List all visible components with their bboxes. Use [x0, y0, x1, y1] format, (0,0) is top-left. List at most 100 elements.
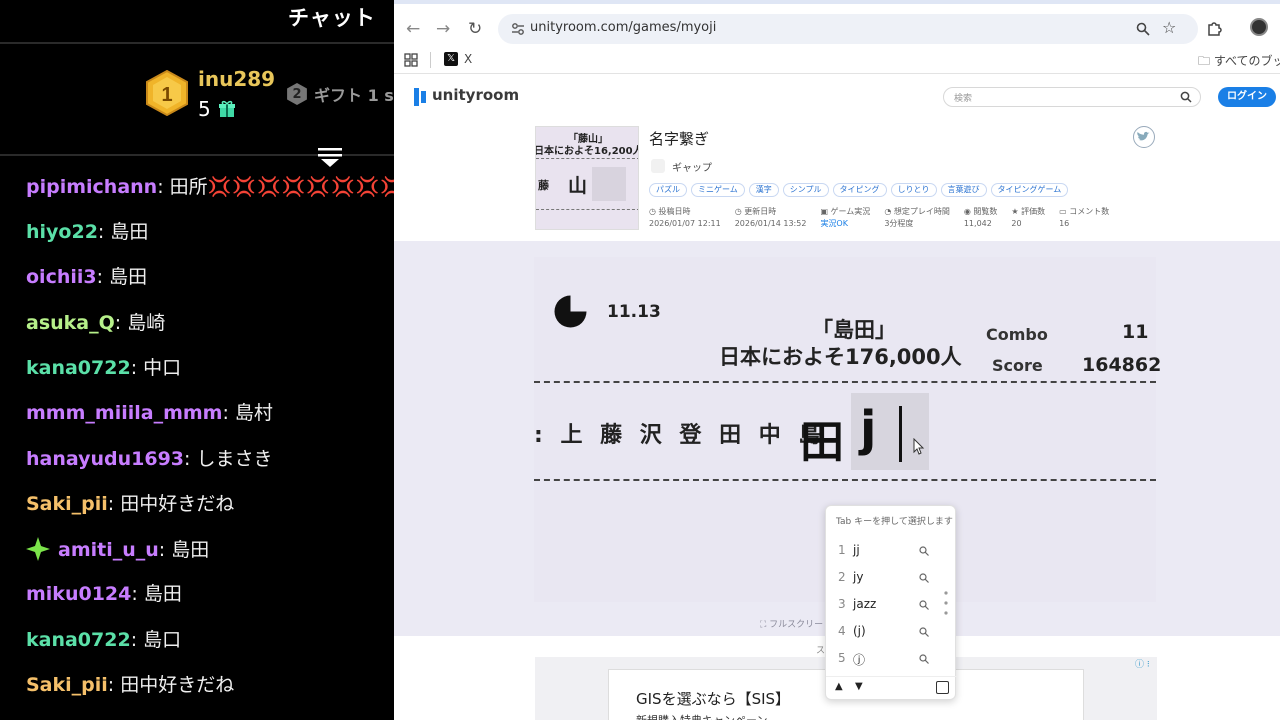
author-name[interactable]: ギャップ: [672, 159, 712, 174]
chat-message: pipimichann: 田所💢💢💢💢💢💢💢💢: [26, 172, 394, 202]
tag[interactable]: 言葉遊び: [940, 183, 987, 197]
chat-message: hanayudu1693: しまさき: [26, 444, 273, 474]
thumb-input-box: [592, 167, 626, 201]
zoom-icon[interactable]: [1136, 22, 1150, 36]
ime-candidate[interactable]: 4 (j): [826, 618, 957, 645]
x-logo-icon[interactable]: 𝕏: [444, 52, 458, 66]
stat-value: 3分程度: [884, 219, 914, 228]
site-logo[interactable]: unityroom: [432, 86, 519, 104]
search-icon[interactable]: [919, 600, 929, 610]
stat-value[interactable]: 実況OK: [820, 218, 870, 230]
stat-updated: ◷ 更新日時 2026/01/14 13:52: [735, 206, 807, 230]
chat-username[interactable]: kana0722: [26, 357, 131, 379]
timer-value: 11.13: [607, 302, 661, 322]
gift-icon: [219, 100, 235, 117]
chat-message: hiyo22: 島田: [26, 217, 148, 247]
stat-value: 11,042: [963, 219, 992, 228]
comment-icon: ▭: [1059, 207, 1070, 216]
chat-colon: :: [158, 539, 172, 561]
top-gifter-name[interactable]: inu289: [198, 67, 275, 91]
game-thumbnail[interactable]: 「藤山」 日本におよそ16,200人 藤 山: [535, 126, 639, 230]
collapse-ranking-icon[interactable]: [317, 146, 343, 168]
apps-grid-icon[interactable]: [404, 53, 418, 67]
chat-username[interactable]: mmm_miiila_mmm: [26, 402, 222, 424]
chat-username[interactable]: kana0722: [26, 629, 131, 651]
reload-icon[interactable]: ↻: [468, 19, 482, 39]
star-icon: ★: [1011, 207, 1022, 216]
site-settings-icon[interactable]: [510, 21, 526, 37]
profile-avatar[interactable]: [1250, 18, 1268, 36]
more-dots-icon[interactable]: [944, 590, 948, 616]
stat-comments: ▭ コメント数 16: [1059, 206, 1109, 230]
unityroom-logo-icon[interactable]: [414, 88, 428, 106]
chat-message: Saki_pii: 田中好きだね: [26, 489, 234, 519]
chat-message: miku0124: 島田: [26, 579, 182, 609]
screen: チャット 1 inu289 5 2 ギフト 1 s pipimichann: 田: [0, 0, 1280, 720]
tag[interactable]: タイピングゲーム: [990, 183, 1069, 197]
ime-candidate[interactable]: 2 jy: [826, 564, 957, 591]
url-text[interactable]: unityroom.com/games/myoji: [530, 20, 716, 35]
chat-colon: :: [157, 176, 170, 198]
page-up-icon[interactable]: ▲: [835, 681, 843, 692]
chat-text: 島田: [109, 266, 148, 288]
forward-arrow-icon[interactable]: →: [436, 19, 450, 39]
all-bookmarks[interactable]: 🗀 すべてのブックマ: [1198, 52, 1280, 73]
author-avatar[interactable]: [651, 159, 665, 173]
chat-text: 島田: [143, 583, 182, 605]
chat-username[interactable]: asuka_Q: [26, 312, 115, 334]
chat-username[interactable]: amiti_u_u: [58, 539, 159, 561]
ad-title: GISを選ぶなら【SIS】: [636, 690, 791, 708]
extensions-icon[interactable]: [1206, 20, 1222, 36]
login-button[interactable]: ログイン: [1218, 87, 1276, 107]
twitter-share-icon[interactable]: [1133, 126, 1155, 148]
chat-text: 島口: [143, 629, 182, 651]
chat-colon: :: [114, 312, 128, 334]
bookmark-star-icon[interactable]: ☆: [1162, 18, 1176, 37]
tag[interactable]: ミニゲーム: [691, 183, 745, 197]
chat-colon: :: [222, 402, 235, 424]
address-bar[interactable]: unityroom.com/games/myoji ☆: [498, 14, 1198, 44]
chat-title: チャット: [288, 6, 376, 30]
chat-username[interactable]: miku0124: [26, 583, 131, 605]
chat-text: 島田: [110, 221, 149, 243]
chat-colon: :: [107, 674, 121, 696]
search-icon[interactable]: [919, 627, 929, 637]
search-icon[interactable]: [1180, 91, 1192, 103]
page-down-icon[interactable]: ▼: [855, 681, 863, 692]
chat-username[interactable]: hiyo22: [26, 221, 98, 243]
tag[interactable]: シンプル: [782, 183, 829, 197]
search-icon[interactable]: [919, 654, 929, 664]
kanji-chain: : 上 藤 沢 登 田 中 島: [534, 423, 826, 448]
fullscreen-button[interactable]: ⛶ フルスクリー: [760, 617, 823, 630]
rank-1-number: 1: [161, 84, 172, 106]
sparkle-icon: [26, 537, 50, 561]
site-search-input[interactable]: 検索: [943, 87, 1201, 107]
second-gifter[interactable]: 2 ギフト 1 s: [286, 82, 394, 106]
search-icon[interactable]: [919, 546, 929, 556]
tag[interactable]: しりとり: [890, 183, 937, 197]
search-icon[interactable]: [919, 573, 929, 583]
ime-candidate[interactable]: 1 jj: [826, 537, 957, 564]
chat-text: 田中好きだね: [120, 493, 235, 515]
chat-username[interactable]: Saki_pii: [26, 493, 108, 515]
chat-header: チャット: [0, 0, 394, 44]
chat-username[interactable]: hanayudu1693: [26, 448, 184, 470]
chat-colon: :: [97, 221, 111, 243]
tag[interactable]: 漢字: [748, 183, 779, 197]
ime-candidate[interactable]: 3 jazz: [826, 591, 957, 618]
chat-username[interactable]: oichii3: [26, 266, 97, 288]
ime-menu-icon[interactable]: [936, 681, 949, 694]
chat-text: 島村: [234, 402, 273, 424]
ime-candidate-number: 4: [838, 624, 846, 638]
tag[interactable]: パズル: [649, 183, 687, 197]
question-population: 日本におよそ176,000人: [719, 345, 962, 369]
chat-username[interactable]: pipimichann: [26, 176, 157, 198]
rank-2-badge-icon: 2: [287, 83, 307, 105]
ad-info-icon[interactable]: ⓘ ⁝: [1135, 657, 1150, 670]
tag[interactable]: タイピング: [832, 183, 887, 197]
chat-username[interactable]: Saki_pii: [26, 674, 108, 696]
ime-candidate[interactable]: 5 ⓙ: [826, 645, 957, 672]
back-arrow-icon[interactable]: ←: [406, 19, 420, 39]
stat-value: 2026/01/07 12:11: [649, 219, 721, 228]
bookmark-x[interactable]: X: [464, 52, 472, 66]
